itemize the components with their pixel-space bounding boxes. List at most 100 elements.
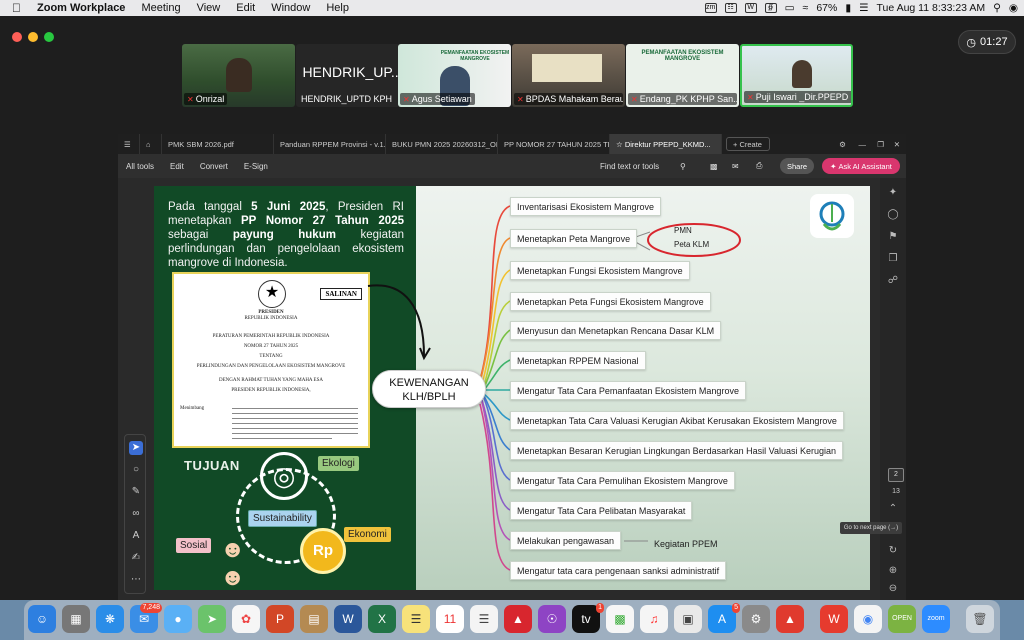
apple-tv-icon[interactable]: tv 1 bbox=[572, 603, 604, 633]
minimize-window-button[interactable] bbox=[28, 32, 38, 42]
ask-ai-assistant-button[interactable]: ✦ Ask AI Assistant bbox=[822, 158, 900, 174]
menu-meeting[interactable]: Meeting bbox=[133, 2, 188, 14]
powerpoint-icon[interactable]: P bbox=[266, 605, 294, 633]
participant-tile[interactable]: ✕ Onrizal bbox=[182, 44, 295, 107]
comment-icon[interactable]: ◯ bbox=[886, 208, 900, 222]
bluetooth-tray-icon[interactable]: ∯ bbox=[764, 3, 777, 13]
close-window-button[interactable] bbox=[12, 32, 22, 42]
mindmap-item: Inventarisasi Ekosistem Mangrove bbox=[510, 197, 662, 216]
maps-icon[interactable]: ➤ bbox=[198, 605, 226, 633]
share-button[interactable]: Share bbox=[780, 158, 814, 174]
menu-help[interactable]: Help bbox=[318, 2, 357, 14]
tab-pmk-sbm[interactable]: PMK SBM 2026.pdf bbox=[162, 134, 274, 154]
excel-icon[interactable]: X bbox=[368, 605, 396, 633]
participant-tile[interactable]: PEMANFAATAN EKOSISTEM MANGROVE ✕ Endang_P… bbox=[626, 44, 739, 107]
reminders-icon[interactable]: ☰ bbox=[470, 605, 498, 633]
participant-tile[interactable]: PEMANFAATAN EKOSISTEM MANGROVE ✕ Agus Set… bbox=[398, 44, 511, 107]
pages-icon[interactable]: ❐ bbox=[886, 252, 900, 266]
tab-panduan-rppem[interactable]: Panduan RPPEM Provinsi - v.1.5 ... bbox=[274, 134, 386, 154]
find-text-input[interactable]: Find text or tools bbox=[600, 162, 659, 171]
menu-icon[interactable]: ☰ bbox=[118, 134, 140, 154]
wifi-icon[interactable]: ≈ bbox=[803, 2, 809, 14]
participant-tile[interactable]: HENDRIK_UP... HENDRIK_UPTD KPH bbox=[296, 44, 409, 107]
menu-view[interactable]: View bbox=[189, 2, 229, 14]
preview-icon[interactable]: ▣ bbox=[674, 605, 702, 633]
lasso-tool-icon[interactable]: ∞ bbox=[129, 507, 143, 521]
clipboard-tray-icon[interactable]: ☷ bbox=[724, 3, 737, 13]
chrome-icon[interactable]: ◉ bbox=[854, 605, 882, 633]
bookmark-icon[interactable]: ⚑ bbox=[886, 230, 900, 244]
print-icon[interactable]: ⎙ bbox=[756, 161, 762, 171]
text-tool-icon[interactable]: A bbox=[129, 529, 143, 543]
more-tools-icon[interactable]: ⋯ bbox=[129, 573, 143, 587]
notifications-icon[interactable]: ⚙ bbox=[839, 140, 846, 149]
ai-summary-icon[interactable]: ✦ bbox=[886, 186, 900, 200]
participant-tile-active-speaker[interactable]: ✕Puji Iswari _Dir.PPEPD KL... bbox=[740, 44, 853, 107]
tab-pp-nomor-27[interactable]: PP NOMOR 27 TAHUN 2025 TE... bbox=[498, 134, 610, 154]
refresh-icon[interactable]: ↻ bbox=[886, 544, 900, 558]
page-number-input[interactable]: 2 bbox=[888, 468, 904, 482]
previous-page-icon[interactable]: ⌃ bbox=[886, 502, 900, 516]
system-settings-icon[interactable]: ⚙ bbox=[742, 605, 770, 633]
mail-icon[interactable]: ✉ 7,248 bbox=[130, 603, 162, 633]
menu-window[interactable]: Window bbox=[263, 2, 318, 14]
all-tools-button[interactable]: All tools bbox=[118, 162, 162, 171]
create-button[interactable]: + Create bbox=[726, 137, 770, 151]
save-icon[interactable]: ▩ bbox=[710, 162, 718, 171]
restore-icon[interactable]: ❐ bbox=[877, 140, 884, 149]
participant-tile[interactable]: ✕ BPDAS Mahakam Berau bbox=[512, 44, 625, 107]
acrobat-icon[interactable]: ▲ bbox=[504, 605, 532, 633]
launchpad-icon[interactable]: ▦ bbox=[62, 605, 90, 633]
attachment-icon[interactable]: ☍ bbox=[886, 274, 900, 288]
trash-icon[interactable]: 🗑 bbox=[966, 605, 994, 633]
calendar-icon[interactable]: 11 bbox=[436, 605, 464, 633]
globe-icon: ◎ bbox=[260, 452, 308, 500]
wps-tray-icon[interactable]: W bbox=[744, 3, 757, 13]
tab-buku-pmn[interactable]: BUKU PMN 2025 20260312_OK... bbox=[386, 134, 498, 154]
airplay-icon[interactable]: ▭ bbox=[785, 2, 795, 14]
clock[interactable]: Tue Aug 11 8:33:23 AM bbox=[877, 2, 986, 14]
acrobat-reader-icon[interactable]: ▲ bbox=[776, 605, 804, 633]
menu-edit[interactable]: Edit bbox=[228, 2, 263, 14]
zoom-app-icon[interactable]: zoom bbox=[922, 605, 950, 633]
search-icon[interactable]: ⚲ bbox=[993, 2, 1001, 14]
minimize-icon[interactable]: — bbox=[859, 140, 867, 149]
apple-icon[interactable]:  bbox=[0, 1, 29, 15]
fullscreen-window-button[interactable] bbox=[44, 32, 54, 42]
select-cursor-icon[interactable]: ➤ bbox=[129, 441, 143, 455]
close-icon[interactable]: ✕ bbox=[894, 140, 900, 149]
wps-office-icon[interactable]: W bbox=[820, 605, 848, 633]
photos-icon[interactable]: ✿ bbox=[232, 605, 260, 633]
document-area[interactable]: Pada tanggal 5 Juni 2025, Presiden RI me… bbox=[118, 178, 880, 600]
pen-tool-icon[interactable]: ✎ bbox=[129, 485, 143, 499]
zoom-in-icon[interactable]: ⊕ bbox=[886, 564, 900, 578]
battery-icon[interactable]: ▮ bbox=[845, 2, 851, 14]
comment-tool-icon[interactable]: ○ bbox=[129, 463, 143, 477]
word-icon[interactable]: W bbox=[334, 605, 362, 633]
search-tool-icon[interactable]: ⚲ bbox=[680, 162, 686, 171]
mail-icon[interactable]: ✉ bbox=[732, 162, 739, 171]
notes-book-icon[interactable]: ▤ bbox=[300, 605, 328, 633]
zoom-out-icon[interactable]: ⊖ bbox=[886, 582, 900, 596]
convert-button[interactable]: Convert bbox=[192, 162, 236, 171]
safari-icon[interactable]: ❋ bbox=[96, 605, 124, 633]
notes-icon[interactable]: ☰ bbox=[402, 605, 430, 633]
tab-direktur-ppepd[interactable]: ☆ Direktur PPEPD_KKMD... bbox=[610, 134, 722, 154]
open-app-icon[interactable]: OPEN bbox=[888, 605, 916, 633]
meeting-timer[interactable]: ◷ 01:27 bbox=[958, 30, 1016, 54]
messages-icon[interactable]: ● bbox=[164, 605, 192, 633]
edit-button[interactable]: Edit bbox=[162, 162, 192, 171]
finder-icon[interactable]: ☺ bbox=[28, 605, 56, 633]
esign-button[interactable]: E-Sign bbox=[236, 162, 276, 171]
numbers-icon[interactable]: ▩ bbox=[606, 605, 634, 633]
control-center-icon[interactable]: ☰ bbox=[859, 2, 868, 14]
menu-app-name[interactable]: Zoom Workplace bbox=[29, 2, 133, 14]
home-icon[interactable]: ⌂ bbox=[140, 134, 162, 154]
siri-icon[interactable]: ◉ bbox=[1009, 2, 1018, 14]
podcasts-icon[interactable]: ☉ bbox=[538, 605, 566, 633]
sign-tool-icon[interactable]: ✍ bbox=[129, 551, 143, 565]
note-peta-klm: Peta KLM bbox=[674, 240, 710, 249]
music-icon[interactable]: ♫ bbox=[640, 605, 668, 633]
zoom-tray-icon[interactable]: zm bbox=[704, 3, 717, 13]
app-store-icon[interactable]: A5 bbox=[708, 603, 740, 633]
